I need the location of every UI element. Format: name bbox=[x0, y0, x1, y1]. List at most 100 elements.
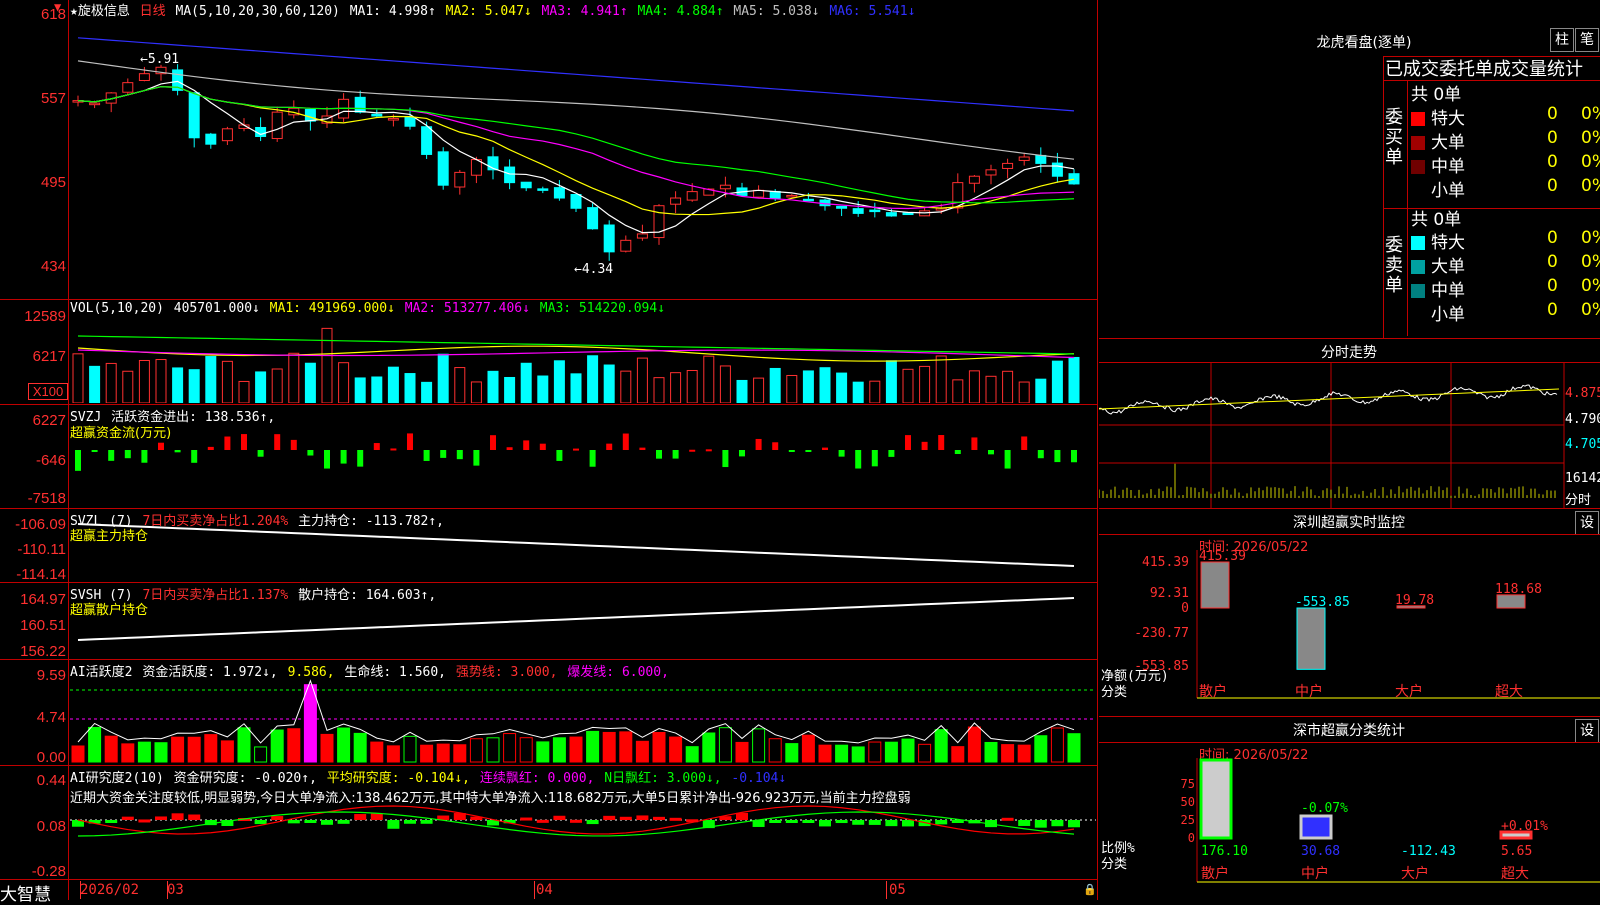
research-bar bbox=[802, 820, 815, 823]
color-swatch bbox=[1411, 260, 1425, 274]
ai-research-chart[interactable] bbox=[70, 800, 1096, 878]
svzj-bar bbox=[905, 435, 911, 450]
volume-bar bbox=[985, 375, 997, 403]
sz-monitor-settings-button[interactable]: 设 bbox=[1575, 511, 1599, 535]
activity-bar bbox=[154, 742, 168, 763]
intraday-chart[interactable] bbox=[1099, 363, 1600, 508]
class-category: 超大 bbox=[1501, 866, 1529, 882]
volume-bar bbox=[354, 377, 366, 403]
activity-bar bbox=[951, 746, 965, 763]
lhb-row-count: 0 bbox=[1547, 176, 1558, 196]
volume-bar bbox=[89, 365, 101, 403]
svzj-bar bbox=[506, 447, 513, 450]
candle-body bbox=[985, 169, 997, 176]
ai1-tick: 9.59 bbox=[36, 667, 66, 684]
svzj-bar bbox=[606, 443, 613, 450]
svzj-bar bbox=[622, 433, 629, 450]
ai2-tick: 0.08 bbox=[36, 818, 66, 835]
candle-body bbox=[587, 207, 599, 230]
ai2-tick: -0.28 bbox=[31, 863, 66, 880]
ai1-tick: 4.74 bbox=[36, 709, 66, 726]
research-bar bbox=[188, 814, 201, 820]
tab-filled[interactable]: 已成交 bbox=[1385, 59, 1439, 80]
lock-icon[interactable]: 🔒 bbox=[1083, 883, 1097, 896]
svzj-chart[interactable] bbox=[70, 420, 1096, 506]
lhb-row-pct: 0% bbox=[1581, 152, 1600, 172]
sz-class-settings-button[interactable]: 设 bbox=[1575, 719, 1599, 743]
tab-orders[interactable]: 委托单 bbox=[1439, 59, 1493, 80]
intraday-avg-line bbox=[1099, 388, 1560, 410]
candle-body bbox=[454, 171, 466, 188]
activity-bar bbox=[851, 746, 865, 763]
svsh-tick: 164.97 bbox=[20, 591, 66, 608]
svzj-bar bbox=[440, 450, 447, 458]
bar-mode-button[interactable]: 柱 bbox=[1550, 28, 1574, 52]
volume-bar bbox=[205, 356, 217, 403]
svzj-bar bbox=[971, 437, 978, 450]
collapse-arrow-icon[interactable]: ▼ bbox=[54, 0, 61, 14]
sz-monitor-chart[interactable]: 415.3992.310-230.77-553.85415.39-553.85 1… bbox=[1099, 550, 1600, 715]
activity-bar bbox=[337, 727, 351, 763]
price-tick: 557 bbox=[40, 90, 66, 107]
activity-bar bbox=[320, 733, 334, 763]
research-bar bbox=[669, 817, 682, 821]
research-bar bbox=[769, 820, 782, 823]
lhb-row: 大单 0 0% bbox=[1411, 128, 1600, 153]
svzj-bar bbox=[705, 449, 712, 452]
svzj-bar bbox=[1071, 450, 1077, 463]
svzj-bar bbox=[257, 450, 264, 457]
sz-class-title: 深市超赢分类统计 bbox=[1293, 723, 1405, 739]
ai2-tick: 0.44 bbox=[36, 772, 66, 789]
candlestick-chart[interactable] bbox=[70, 16, 1096, 298]
low-price-marker: ←4.34 bbox=[574, 262, 614, 277]
volume-chart[interactable] bbox=[70, 318, 1096, 403]
vol-name: VOL(5,10,20) bbox=[70, 301, 164, 316]
svzj-bar bbox=[788, 450, 795, 452]
candle-body bbox=[902, 212, 914, 216]
svzj-bar bbox=[1004, 450, 1011, 469]
vol-tick: 6217 bbox=[32, 348, 66, 365]
ai-activity-chart[interactable] bbox=[70, 672, 1096, 764]
ai2-research: 资金研究度: -0.020↑, bbox=[173, 771, 317, 786]
activity-bar bbox=[287, 728, 301, 763]
research-bar bbox=[619, 816, 632, 820]
intraday-title: 分时走势 bbox=[1321, 345, 1377, 361]
activity-bar bbox=[552, 737, 566, 763]
volume-bar bbox=[902, 368, 914, 403]
activity-bar bbox=[171, 736, 185, 763]
monitor-bar bbox=[1200, 561, 1230, 609]
volume-bar bbox=[703, 355, 715, 403]
ai2-consecutive: 连续飘红: 0.000, bbox=[479, 771, 595, 786]
svzj-bar bbox=[91, 450, 98, 452]
activity-bar bbox=[1067, 733, 1081, 763]
brand-label[interactable]: 大智慧 bbox=[0, 880, 51, 905]
volume-bar bbox=[338, 362, 350, 403]
ai2-header: AI研究度2(10) 资金研究度: -0.020↑, 平均研究度: -0.104… bbox=[70, 767, 788, 786]
candle-body bbox=[354, 96, 366, 113]
class-bar bbox=[1199, 758, 1233, 840]
candle-body bbox=[504, 166, 516, 184]
svzj-bar bbox=[390, 448, 397, 451]
svsh-chart[interactable] bbox=[70, 596, 1096, 658]
sz-class-chart[interactable]: 75 50 25 0 176.10 散户 30.68 中户 -112.43 大户 5.65 超大 -0.… bbox=[1099, 758, 1600, 900]
main-chart-area[interactable]: 618 557 495 434 ★旋极信息 日线 MA(5,10,20,30,6… bbox=[0, 0, 1100, 905]
activity-bar bbox=[752, 728, 766, 763]
svzj-bar bbox=[589, 450, 596, 467]
svzj-bar bbox=[822, 447, 828, 450]
candle-body bbox=[885, 212, 897, 217]
volume-bar bbox=[885, 360, 897, 403]
buy-side-label: 委买单 bbox=[1385, 107, 1403, 168]
volume-bar bbox=[769, 367, 781, 403]
research-bar bbox=[121, 816, 134, 820]
svzj-bar bbox=[988, 450, 994, 455]
svzl-chart[interactable] bbox=[70, 520, 1096, 582]
activity-bar bbox=[967, 726, 981, 763]
tab-volume-stats[interactable]: 成交量统计 bbox=[1493, 59, 1583, 80]
research-bar bbox=[736, 812, 748, 820]
color-swatch bbox=[1411, 160, 1425, 174]
activity-bar bbox=[801, 734, 815, 763]
vol-ma3: MA3: 514220.094↓ bbox=[539, 301, 666, 316]
research-bar bbox=[868, 820, 881, 825]
monitor-tick: 415.39 bbox=[1142, 555, 1189, 570]
tick-mode-button[interactable]: 笔 bbox=[1575, 28, 1599, 52]
